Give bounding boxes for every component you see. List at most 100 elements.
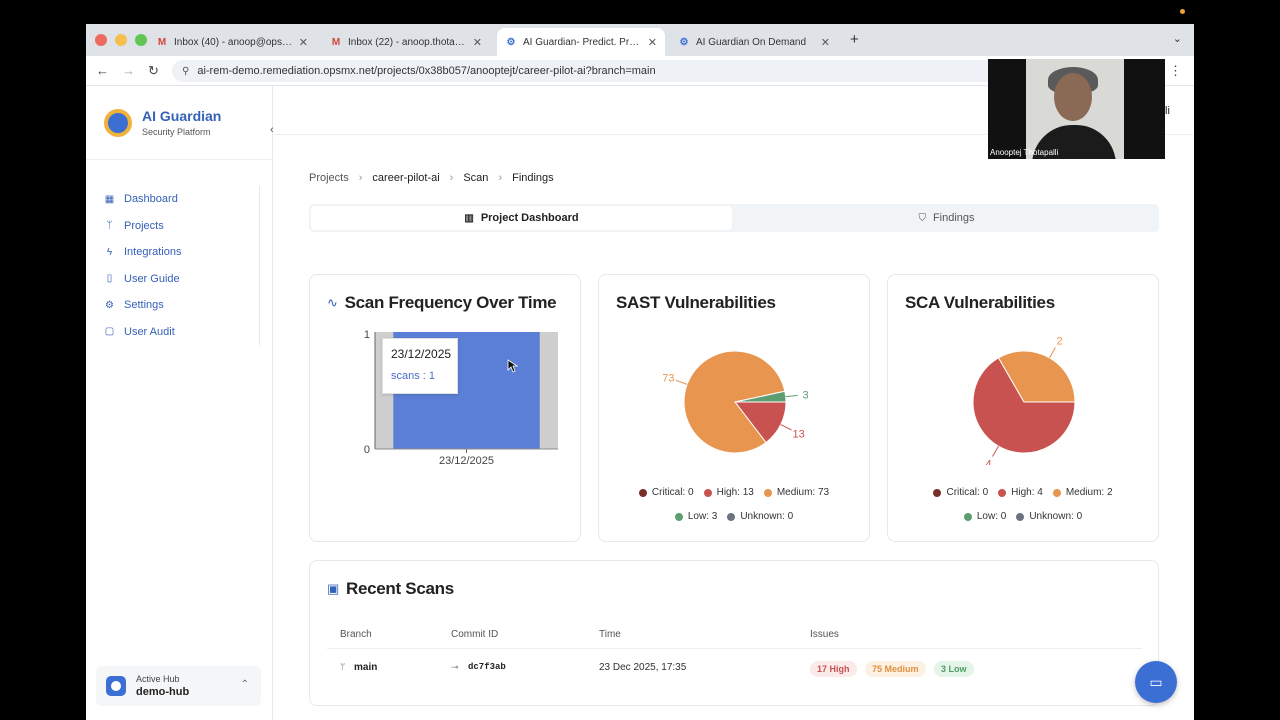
minimize-window-button[interactable] [115, 34, 127, 46]
legend-row: Low: 3 Unknown: 0 [599, 511, 869, 522]
tab-search-chevron-icon[interactable]: ⌄ [1173, 32, 1182, 45]
legend-row: Critical: 0 High: 4 Medium: 2 [888, 487, 1158, 498]
chart-tooltip: 23/12/2025 scans : 1 [382, 338, 458, 394]
url-field[interactable]: ⚲ ai-rem-demo.remediation.opsmx.net/proj… [172, 60, 1072, 82]
active-hub-selector[interactable]: Active Hub demo-hub ⌃ [96, 666, 261, 706]
legend-swatch [963, 512, 972, 521]
scan-frequency-title: Scan Frequency Over Time [344, 293, 557, 312]
activity-icon: ∿ [327, 295, 338, 310]
ai-guardian-icon: ⚙ [506, 36, 516, 48]
slice-label-line [785, 394, 798, 398]
sidebar-item-integrations[interactable]: ϟ Integrations [104, 239, 260, 266]
legend-item-medium[interactable]: Medium: 73 [763, 487, 830, 498]
legend-item-high[interactable]: High: 13 [703, 487, 754, 498]
breadcrumb-scan[interactable]: Scan [463, 172, 488, 184]
git-branch-icon: ᛘ [106, 220, 113, 232]
gear-icon: ⚙ [105, 299, 114, 311]
tab-project-dashboard[interactable]: ▥ Project Dashboard [311, 206, 732, 230]
legend-swatch [998, 488, 1007, 497]
participant-face [1054, 73, 1092, 121]
legend-swatch [1016, 512, 1025, 521]
close-window-button[interactable] [95, 34, 107, 46]
file-icon: ▢ [104, 326, 115, 338]
sidebar-item-dashboard[interactable]: ▦ Dashboard [104, 186, 260, 213]
column-issues: Issues [810, 629, 839, 640]
legend-item-medium[interactable]: Medium: 2 [1052, 487, 1113, 498]
recent-scans-title: Recent Scans [345, 579, 454, 598]
legend-row: Low: 0 Unknown: 0 [888, 511, 1158, 522]
tab-label: AI Guardian On Demand [696, 36, 807, 48]
ai-guardian-logo-icon [104, 108, 132, 137]
brand: AI Guardian Security Platform [104, 108, 221, 137]
legend-swatch [674, 512, 683, 521]
sca-legend: Critical: 0 High: 4 Medium: 2 Low: 0 Unknown… [888, 487, 1158, 535]
legend-swatch [1052, 488, 1061, 497]
table-row[interactable]: ᛘ main ⊸ dc7f3ab 23 Dec 2025, 17:35 17 H… [327, 649, 1142, 689]
maximize-window-button[interactable] [135, 34, 147, 46]
sidebar: AI Guardian Security Platform ‹ ▦ Dashbo… [86, 86, 274, 720]
tooltip-date: 23/12/2025 [391, 347, 452, 361]
legend-swatch [638, 488, 647, 497]
breadcrumb-project[interactable]: career-pilot-ai [372, 172, 439, 184]
git-branch-icon: ᛘ [340, 662, 346, 672]
chat-button[interactable]: ▭ [1135, 661, 1177, 703]
legend-swatch [933, 488, 942, 497]
legend-item-critical[interactable]: Critical: 0 [933, 487, 988, 498]
brand-subtitle: Security Platform [142, 127, 211, 137]
forward-arrow-icon[interactable]: → [122, 63, 135, 78]
close-tab-icon[interactable]: ✕ [821, 36, 830, 49]
hub-icon [106, 676, 126, 696]
y-tick-label: 1 [364, 329, 370, 341]
legend-item-low[interactable]: Low: 3 [674, 511, 717, 522]
bolt-icon: ϟ [106, 246, 113, 258]
sidebar-item-label: Projects [124, 219, 164, 232]
commit-id: dc7f3ab [468, 662, 506, 672]
sidebar-item-user-audit[interactable]: ▢ User Audit [104, 318, 260, 345]
slice-label: 73 [662, 372, 674, 384]
breadcrumb-projects[interactable]: Projects [309, 172, 349, 184]
sca-title: SCA Vulnerabilities [905, 293, 1055, 312]
browser-tab-inbox-40[interactable]: M Inbox (40) - anoop@opsmx.io ✕ [148, 28, 316, 56]
browser-menu-icon[interactable]: ⋮ [1169, 63, 1182, 79]
table-header: Branch Commit ID Time Issues [327, 619, 1142, 649]
sidebar-item-projects[interactable]: ᛘ Projects [104, 212, 260, 239]
legend-label: Critical: 0 [946, 487, 989, 498]
browser-tab-ai-guardian-on-demand[interactable]: ⚙ AI Guardian On Demand ✕ [670, 28, 838, 56]
legend-item-unknown[interactable]: Unknown: 0 [1016, 511, 1082, 522]
hub-name: demo-hub [136, 686, 190, 698]
sca-pie-chart: 42 [972, 336, 1076, 465]
book-icon: ▯ [106, 273, 113, 285]
sca-card: SCA Vulnerabilities 42 Critical: 0 High: … [887, 274, 1159, 542]
brand-title: AI Guardian [142, 108, 222, 124]
tab-findings[interactable]: ⛉ Findings [736, 206, 1157, 230]
sidebar-item-settings[interactable]: ⚙ Settings [104, 292, 260, 319]
legend-label: High: 4 [1011, 487, 1043, 498]
legend-item-unknown[interactable]: Unknown: 0 [727, 511, 793, 522]
sidebar-item-label: Dashboard [124, 193, 178, 206]
slice-label: 4 [985, 458, 991, 465]
slice-label: 2 [1056, 336, 1062, 348]
legend-label: Unknown: 0 [1029, 511, 1083, 522]
sidebar-item-user-guide[interactable]: ▯ User Guide [104, 265, 260, 292]
new-tab-button[interactable]: + [850, 31, 859, 48]
legend-item-low[interactable]: Low: 0 [963, 511, 1007, 522]
legend-row: Critical: 0 High: 13 Medium: 73 [599, 487, 869, 498]
legend-item-critical[interactable]: Critical: 0 [638, 487, 694, 498]
browser-tab-inbox-22[interactable]: M Inbox (22) - anoop.thotapalli@ ✕ [322, 28, 490, 56]
legend-item-high[interactable]: High: 4 [998, 487, 1043, 498]
card-title: SCA Vulnerabilities [905, 293, 1055, 313]
sidebar-item-label: Integrations [124, 246, 182, 259]
close-tab-icon[interactable]: ✕ [473, 36, 482, 49]
close-tab-icon[interactable]: ✕ [648, 36, 657, 49]
reload-icon[interactable]: ↻ [148, 63, 159, 79]
legend-label: Low: 0 [976, 511, 1007, 522]
tab-bar: M Inbox (40) - anoop@opsmx.io ✕ M Inbox … [86, 24, 1194, 56]
close-tab-icon[interactable]: ✕ [299, 36, 308, 49]
back-arrow-icon[interactable]: ← [96, 63, 109, 78]
browser-tab-ai-guardian[interactable]: ⚙ AI Guardian- Predict. Prevent. ✕ [497, 28, 665, 56]
url-text: ai-rem-demo.remediation.opsmx.net/projec… [197, 65, 656, 77]
recent-scans-card: ▣ Recent Scans Branch Commit ID Time Iss… [309, 560, 1159, 706]
bar-chart-icon: ▥ [464, 212, 474, 224]
legend-label: Medium: 73 [776, 487, 830, 498]
site-settings-icon[interactable]: ⚲ [182, 66, 189, 77]
